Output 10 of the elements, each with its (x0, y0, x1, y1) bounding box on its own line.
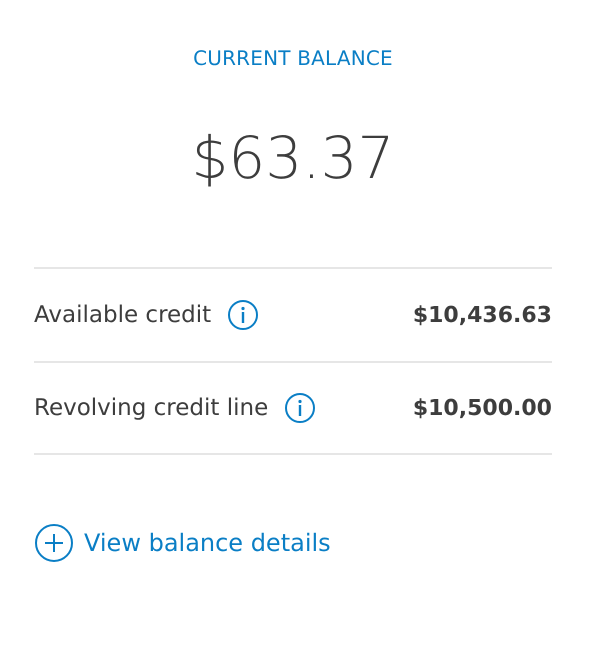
info-icon[interactable] (227, 299, 260, 331)
row-label: Revolving credit line (34, 394, 268, 423)
row-value: $10,500.00 (412, 394, 552, 422)
view-details-link[interactable]: View balance details (34, 523, 331, 563)
info-icon[interactable] (284, 392, 316, 424)
balance-amount: $63.37 (190, 129, 396, 187)
row-label: Available credit (34, 300, 212, 330)
row-value: $10,436.63 (412, 302, 552, 330)
plus-circle-icon (34, 523, 74, 563)
section-title: CURRENT BALANCE (192, 45, 394, 72)
